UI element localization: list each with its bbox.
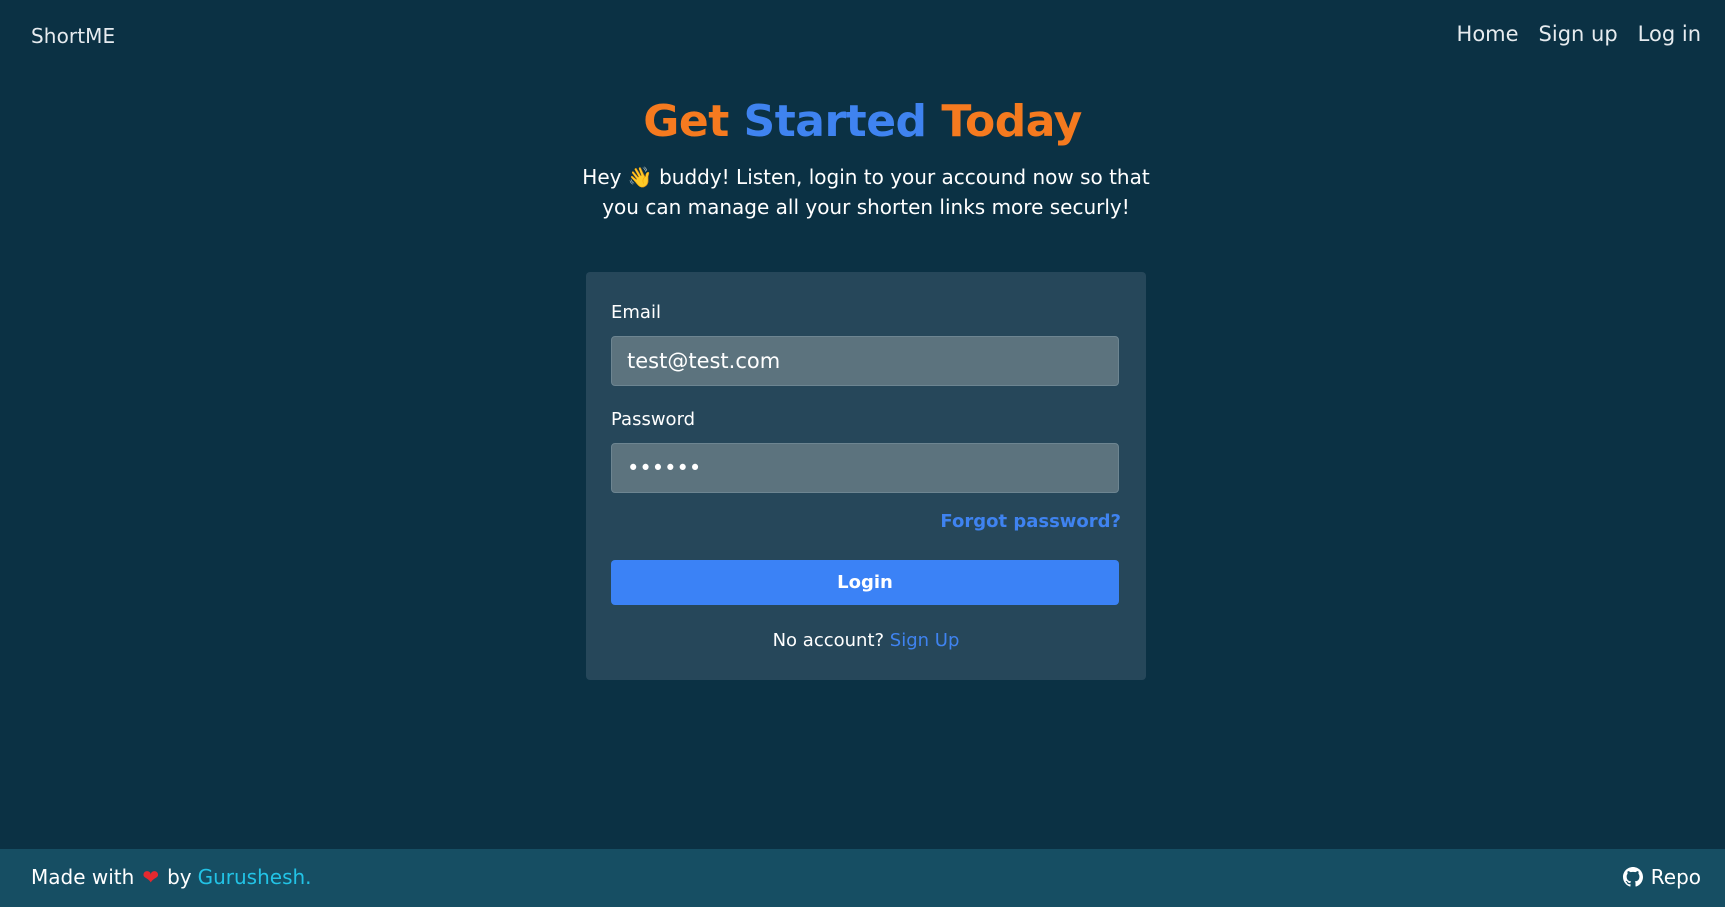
navbar: ShortME Home Sign up Log in <box>0 0 1725 74</box>
by-text: by <box>167 865 192 889</box>
email-field[interactable] <box>611 336 1119 386</box>
author-link[interactable]: Gurushesh. <box>198 865 312 889</box>
title-part-started: Started <box>743 96 927 147</box>
no-account-row: No account? Sign Up <box>586 630 1146 651</box>
title-part-get: Get <box>643 96 744 147</box>
email-label: Email <box>611 302 661 323</box>
password-field[interactable] <box>611 443 1119 493</box>
footer: Made with ❤ by Gurushesh. Repo <box>0 849 1725 907</box>
github-icon <box>1622 867 1643 887</box>
nav-home-link[interactable]: Home <box>1457 22 1519 46</box>
page-title: Get Started Today <box>0 96 1725 147</box>
footer-credit: Made with ❤ by Gurushesh. <box>31 865 312 889</box>
login-card: Email Password Forgot password? Login No… <box>586 272 1146 680</box>
password-label: Password <box>611 409 696 430</box>
repo-link[interactable]: Repo <box>1622 865 1701 889</box>
signup-link[interactable]: Sign Up <box>890 630 960 651</box>
repo-label: Repo <box>1650 865 1701 889</box>
login-button[interactable]: Login <box>611 560 1119 605</box>
login-page: ShortME Home Sign up Log in Get Started … <box>0 0 1725 907</box>
nav-signup-link[interactable]: Sign up <box>1539 22 1618 46</box>
title-part-today: Today <box>926 96 1082 147</box>
heart-icon: ❤ <box>142 865 160 889</box>
forgot-password-link[interactable]: Forgot password? <box>940 511 1121 532</box>
made-with-text: Made with <box>31 865 135 889</box>
nav-login-link[interactable]: Log in <box>1638 22 1701 46</box>
brand-logo[interactable]: ShortME <box>31 24 115 48</box>
page-subtitle: Hey 👋 buddy! Listen, login to your accou… <box>582 165 1150 219</box>
no-account-text: No account? <box>772 630 885 651</box>
nav-links: Home Sign up Log in <box>1457 22 1701 46</box>
